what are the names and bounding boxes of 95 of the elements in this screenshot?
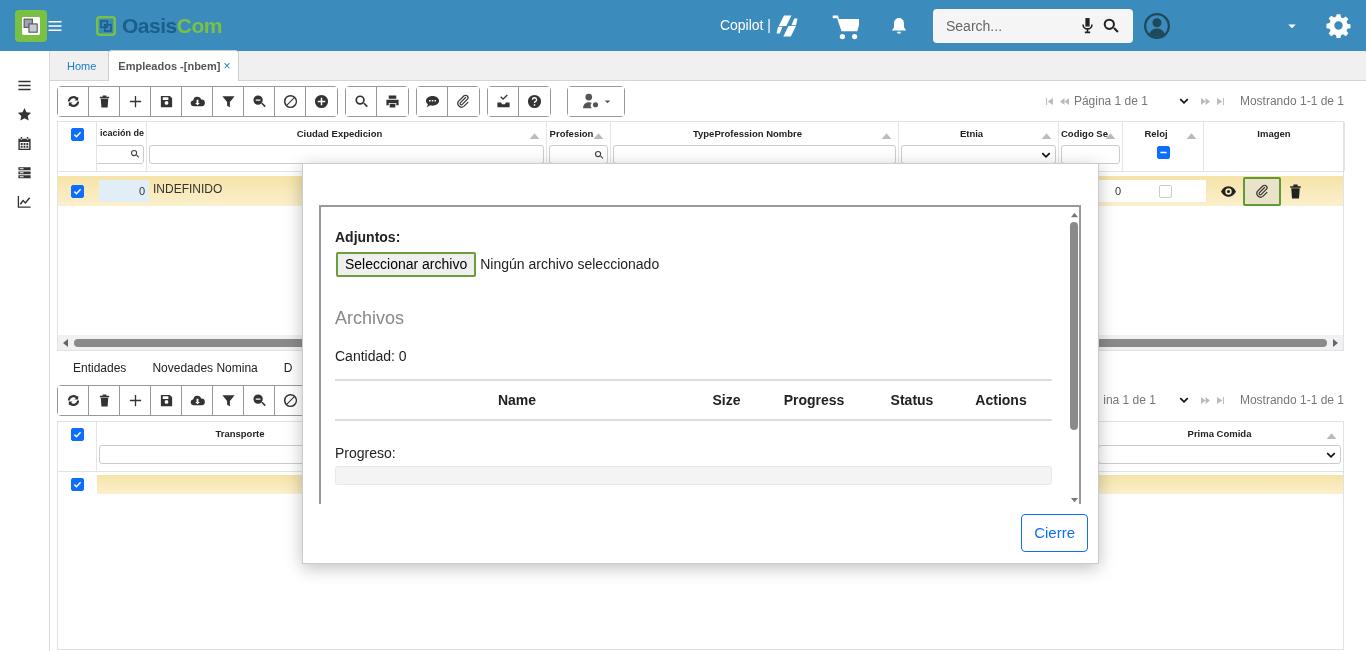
record-count: Mostrando 1-1 de 1 <box>1239 392 1344 409</box>
user-avatar-icon[interactable] <box>1144 12 1170 39</box>
column-header: Status <box>889 391 935 410</box>
scroll-left-icon[interactable] <box>62 337 70 348</box>
save-icon <box>158 93 174 109</box>
column-header[interactable]: TypeProfession Nombre <box>613 127 896 142</box>
inbox-button[interactable] <box>488 86 519 116</box>
column-header[interactable]: Prima Comida <box>1098 427 1341 442</box>
add-icon <box>127 392 143 408</box>
refresh-button[interactable] <box>58 86 89 116</box>
table-cell-text: 0 <box>1114 183 1121 199</box>
column-header[interactable]: icación de <box>99 127 144 141</box>
progress-label: Progreso: <box>335 444 397 463</box>
inbox-icon <box>495 93 511 109</box>
tab[interactable]: Home <box>57 50 106 80</box>
page-indicator: Página 1 de 1 <box>1073 93 1148 110</box>
checkbox[interactable] <box>1159 184 1172 198</box>
section-title: Archivos <box>335 307 406 330</box>
cancel-icon <box>282 93 298 109</box>
cancel-icon <box>283 392 298 408</box>
checkmark-icon <box>71 129 83 140</box>
close-tab-icon[interactable]: × <box>223 59 231 73</box>
list-icon[interactable] <box>17 165 32 180</box>
print-icon <box>385 93 400 109</box>
column-header[interactable]: Codigo Se <box>1061 127 1120 142</box>
menu-icon[interactable] <box>17 78 32 93</box>
column-header: Progress <box>782 391 846 410</box>
search-button[interactable] <box>346 86 377 116</box>
scroll-up-icon[interactable] <box>1069 211 1079 218</box>
app-logo[interactable] <box>15 9 47 42</box>
column-header: Actions <box>974 391 1028 410</box>
sub-tab[interactable]: Entidades <box>73 359 127 377</box>
row-checkbox[interactable] <box>71 184 84 198</box>
column-header[interactable]: Reloj <box>1125 127 1201 142</box>
sub-tab[interactable]: Novedades Nomina <box>152 359 258 377</box>
table-cell-text: INDEFINIDO <box>153 181 223 198</box>
calendar-icon[interactable] <box>17 136 32 151</box>
comment-button[interactable] <box>417 86 448 116</box>
column-header[interactable]: Ciudad Expedicion <box>149 127 544 142</box>
attach-icon <box>456 93 471 109</box>
bell-icon[interactable] <box>889 15 909 36</box>
trash-icon[interactable] <box>1287 182 1304 200</box>
checkmark-icon <box>72 479 83 490</box>
add-icon <box>127 93 143 109</box>
checkmark-icon <box>71 429 83 440</box>
app-icon <box>20 14 42 37</box>
comment-icon <box>424 93 440 109</box>
scroll-right-icon[interactable] <box>1331 337 1339 348</box>
search-icon <box>353 93 369 109</box>
search-icon <box>130 149 140 159</box>
select-all-checkbox[interactable] <box>70 128 84 141</box>
zoom-out-icon <box>251 392 267 408</box>
search-icon <box>594 149 604 160</box>
filter-field[interactable] <box>149 145 544 165</box>
record-count: Mostrando 1-1 de 1 <box>1239 93 1344 110</box>
copilot-icon[interactable] <box>775 13 799 38</box>
filter-checkbox[interactable] <box>1156 146 1170 160</box>
scrollbar-thumb[interactable] <box>1070 222 1078 430</box>
filter-icon <box>220 93 236 109</box>
attach-button[interactable] <box>1243 176 1281 206</box>
filter-icon <box>220 392 236 408</box>
copilot-label[interactable]: Copilot | <box>719 15 771 36</box>
settings-icon[interactable] <box>1326 13 1351 38</box>
zoom-out-icon <box>251 93 267 109</box>
sub-tab[interactable]: D <box>283 359 293 377</box>
refresh-icon <box>65 392 81 408</box>
paperclip-icon <box>1254 183 1270 199</box>
file-count: Cantidad: 0 <box>335 347 408 366</box>
scroll-down-icon[interactable] <box>1069 497 1079 504</box>
file-select-button[interactable]: Seleccionar archivo <box>336 252 477 277</box>
column-header[interactable]: Profesion <box>549 127 608 142</box>
file-status: Ningún archivo seleccionado <box>480 255 660 274</box>
star-icon[interactable] <box>17 107 32 122</box>
refresh-icon <box>65 93 81 109</box>
chart-line-icon[interactable] <box>17 194 32 209</box>
refresh-button[interactable] <box>58 385 89 415</box>
column-header: Size <box>711 391 742 410</box>
user-gear-icon <box>580 92 601 110</box>
column-header[interactable]: Etnia <box>901 127 1056 142</box>
column-header[interactable]: Imagen <box>1206 127 1342 142</box>
save-icon <box>158 392 174 408</box>
tab[interactable]: Empleados -[nbem] × <box>108 50 240 81</box>
close-button[interactable]: Cierre <box>1021 513 1088 552</box>
row-checkbox[interactable] <box>71 478 84 491</box>
page-indicator: ina 1 de 1 <box>1103 392 1156 409</box>
brand-icon <box>96 15 116 36</box>
select-all-checkbox[interactable] <box>70 428 84 441</box>
search-field[interactable]: Search... <box>933 8 1133 43</box>
filter-field[interactable] <box>97 144 144 164</box>
column-header: Name <box>496 391 538 410</box>
filter-field[interactable] <box>1061 145 1120 165</box>
table-cell-text: 0 <box>138 183 145 199</box>
user-settings-button[interactable] <box>568 86 624 116</box>
help-icon <box>527 93 542 109</box>
field-label: Adjuntos: <box>335 228 402 247</box>
